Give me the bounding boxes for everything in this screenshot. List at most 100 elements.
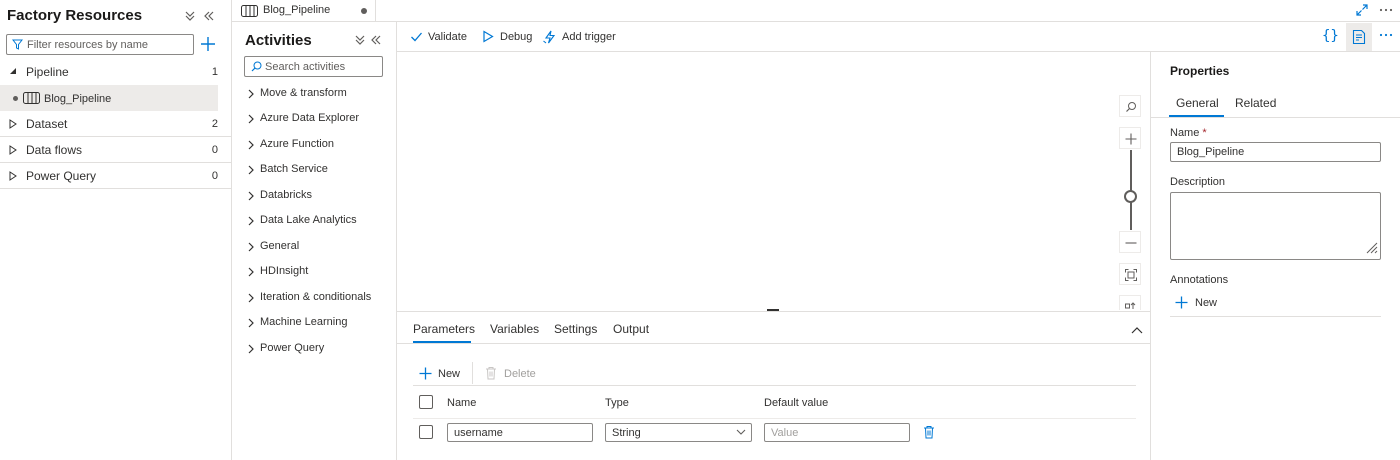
activity-group-label: Move & transform (260, 87, 347, 99)
code-view-icon[interactable]: {} (1322, 28, 1339, 44)
tree-item-count: 0 (211, 144, 218, 156)
collapsed-caret-icon[interactable] (9, 119, 17, 129)
chevron-right-icon (248, 318, 254, 328)
chevron-right-icon (248, 293, 254, 303)
pipeline-item-blog-pipeline[interactable]: Blog_Pipeline (0, 85, 218, 111)
add-trigger-label: Add trigger (562, 31, 616, 43)
activity-group-azure-data-explorer[interactable]: Azure Data Explorer (246, 109, 391, 129)
description-textarea[interactable] (1170, 192, 1381, 260)
collapsed-caret-icon[interactable] (9, 171, 17, 181)
name-field-label: Name * (1170, 127, 1207, 139)
search-icon (251, 61, 262, 72)
row-select-checkbox[interactable] (419, 425, 433, 439)
activity-group-label: Batch Service (260, 163, 328, 175)
zoom-in-button[interactable] (1119, 127, 1141, 149)
tab-blog-pipeline[interactable]: Blog_Pipeline (232, 0, 376, 22)
collapsed-caret-icon[interactable] (9, 145, 17, 155)
zoom-search-button[interactable] (1119, 95, 1141, 117)
minimize-pane-icon[interactable] (369, 33, 383, 47)
pipeline-canvas[interactable] (397, 52, 1150, 310)
collapse-all-icon[interactable] (353, 33, 367, 47)
pipeline-bottom-panel: Parameters Variables Settings Output New… (397, 311, 1150, 460)
tree-item-power-query[interactable]: Power Query 0 (0, 163, 231, 189)
factory-resources-title: Factory Resources (7, 7, 143, 24)
tab-related[interactable]: Related (1235, 96, 1276, 110)
activity-group-label: Machine Learning (260, 316, 348, 328)
debug-button[interactable]: Debug (482, 29, 534, 47)
tree-item-data-flows[interactable]: Data flows 0 (0, 137, 231, 163)
activity-group-power-query[interactable]: Power Query (246, 339, 391, 359)
tree-item-dataset[interactable]: Dataset 2 (0, 111, 231, 137)
tab-variables[interactable]: Variables (490, 322, 539, 336)
tab-general[interactable]: General (1176, 96, 1219, 110)
pipeline-item-label: Blog_Pipeline (44, 93, 112, 105)
activity-group-data-lake-analytics[interactable]: Data Lake Analytics (246, 211, 391, 231)
new-annotation-label: New (1195, 297, 1218, 309)
delete-row-trash-icon[interactable] (923, 425, 935, 439)
collapse-all-icon[interactable] (183, 9, 197, 23)
new-parameter-label: New (438, 368, 461, 380)
activity-group-general[interactable]: General (246, 237, 391, 257)
activity-group-label: Azure Data Explorer (260, 112, 360, 124)
unsaved-dot-icon[interactable] (361, 8, 367, 14)
resize-grip-icon[interactable] (1364, 240, 1378, 254)
search-activities-box[interactable] (244, 56, 383, 77)
pipeline-name-input[interactable] (1170, 142, 1381, 162)
filter-resources-box[interactable] (6, 34, 194, 55)
validate-button[interactable]: Validate (410, 29, 470, 47)
activity-group-azure-function[interactable]: Azure Function (246, 135, 391, 155)
zoom-out-button[interactable] (1119, 231, 1141, 253)
collapse-panel-icon[interactable] (1131, 326, 1143, 334)
chevron-right-icon (248, 191, 254, 201)
annotations-label: Annotations (1170, 274, 1229, 286)
tree-item-count: 0 (211, 170, 218, 182)
activity-group-label: Azure Function (260, 138, 334, 150)
table-header-divider (413, 385, 1136, 386)
auto-align-button[interactable] (1119, 295, 1141, 310)
fit-to-screen-button[interactable] (1119, 263, 1141, 285)
trigger-bolt-icon (543, 30, 556, 44)
parameter-name-input[interactable] (447, 423, 593, 442)
expanded-caret-icon[interactable] (9, 67, 17, 77)
filter-resources-input[interactable] (27, 37, 187, 52)
more-options-icon[interactable] (1378, 3, 1394, 17)
activity-group-hdinsight[interactable]: HDInsight (246, 262, 391, 282)
activity-group-label: Data Lake Analytics (260, 214, 357, 226)
pipeline-icon (241, 5, 258, 17)
zoom-slider-thumb[interactable] (1124, 190, 1137, 203)
chevron-right-icon (248, 114, 254, 124)
select-all-checkbox[interactable] (419, 395, 433, 409)
add-resource-icon[interactable] (200, 36, 216, 52)
more-options-icon[interactable] (1378, 28, 1394, 42)
tab-output[interactable]: Output (613, 322, 649, 336)
search-activities-input[interactable] (265, 59, 379, 74)
tab-settings[interactable]: Settings (554, 322, 597, 336)
tree-item-pipeline[interactable]: Pipeline 1 (0, 59, 231, 85)
minimize-pane-icon[interactable] (202, 9, 216, 23)
trash-icon (486, 367, 496, 380)
chevron-right-icon (248, 140, 254, 150)
tabs-divider (1151, 117, 1400, 118)
chevron-right-icon (248, 344, 254, 354)
activity-group-label: HDInsight (260, 265, 309, 277)
activity-group-label: General (260, 240, 300, 252)
name-label-text: Name (1170, 127, 1200, 139)
description-label: Description (1170, 176, 1226, 188)
parameter-type-select[interactable]: String (605, 423, 752, 442)
activity-group-iteration-conditionals[interactable]: Iteration & conditionals (246, 288, 391, 308)
expand-icon[interactable] (1355, 3, 1369, 17)
activity-group-batch-service[interactable]: Batch Service (246, 160, 391, 180)
plus-icon (1175, 296, 1188, 309)
tab-parameters[interactable]: Parameters (413, 322, 475, 336)
properties-toggle-button[interactable] (1346, 23, 1372, 51)
annotations-divider (1170, 316, 1381, 317)
activity-group-move-transform[interactable]: Move & transform (246, 84, 391, 104)
activity-group-databricks[interactable]: Databricks (246, 186, 391, 206)
document-tab-bar: Blog_Pipeline (232, 0, 1400, 22)
add-trigger-button[interactable]: Add trigger (543, 29, 623, 47)
properties-pane: Properties General Related Name * Descri… (1150, 52, 1400, 460)
parameter-default-input[interactable] (764, 423, 910, 442)
properties-icon (1352, 29, 1366, 45)
activity-group-machine-learning[interactable]: Machine Learning (246, 313, 391, 333)
delete-parameter-label: Delete (504, 368, 536, 380)
